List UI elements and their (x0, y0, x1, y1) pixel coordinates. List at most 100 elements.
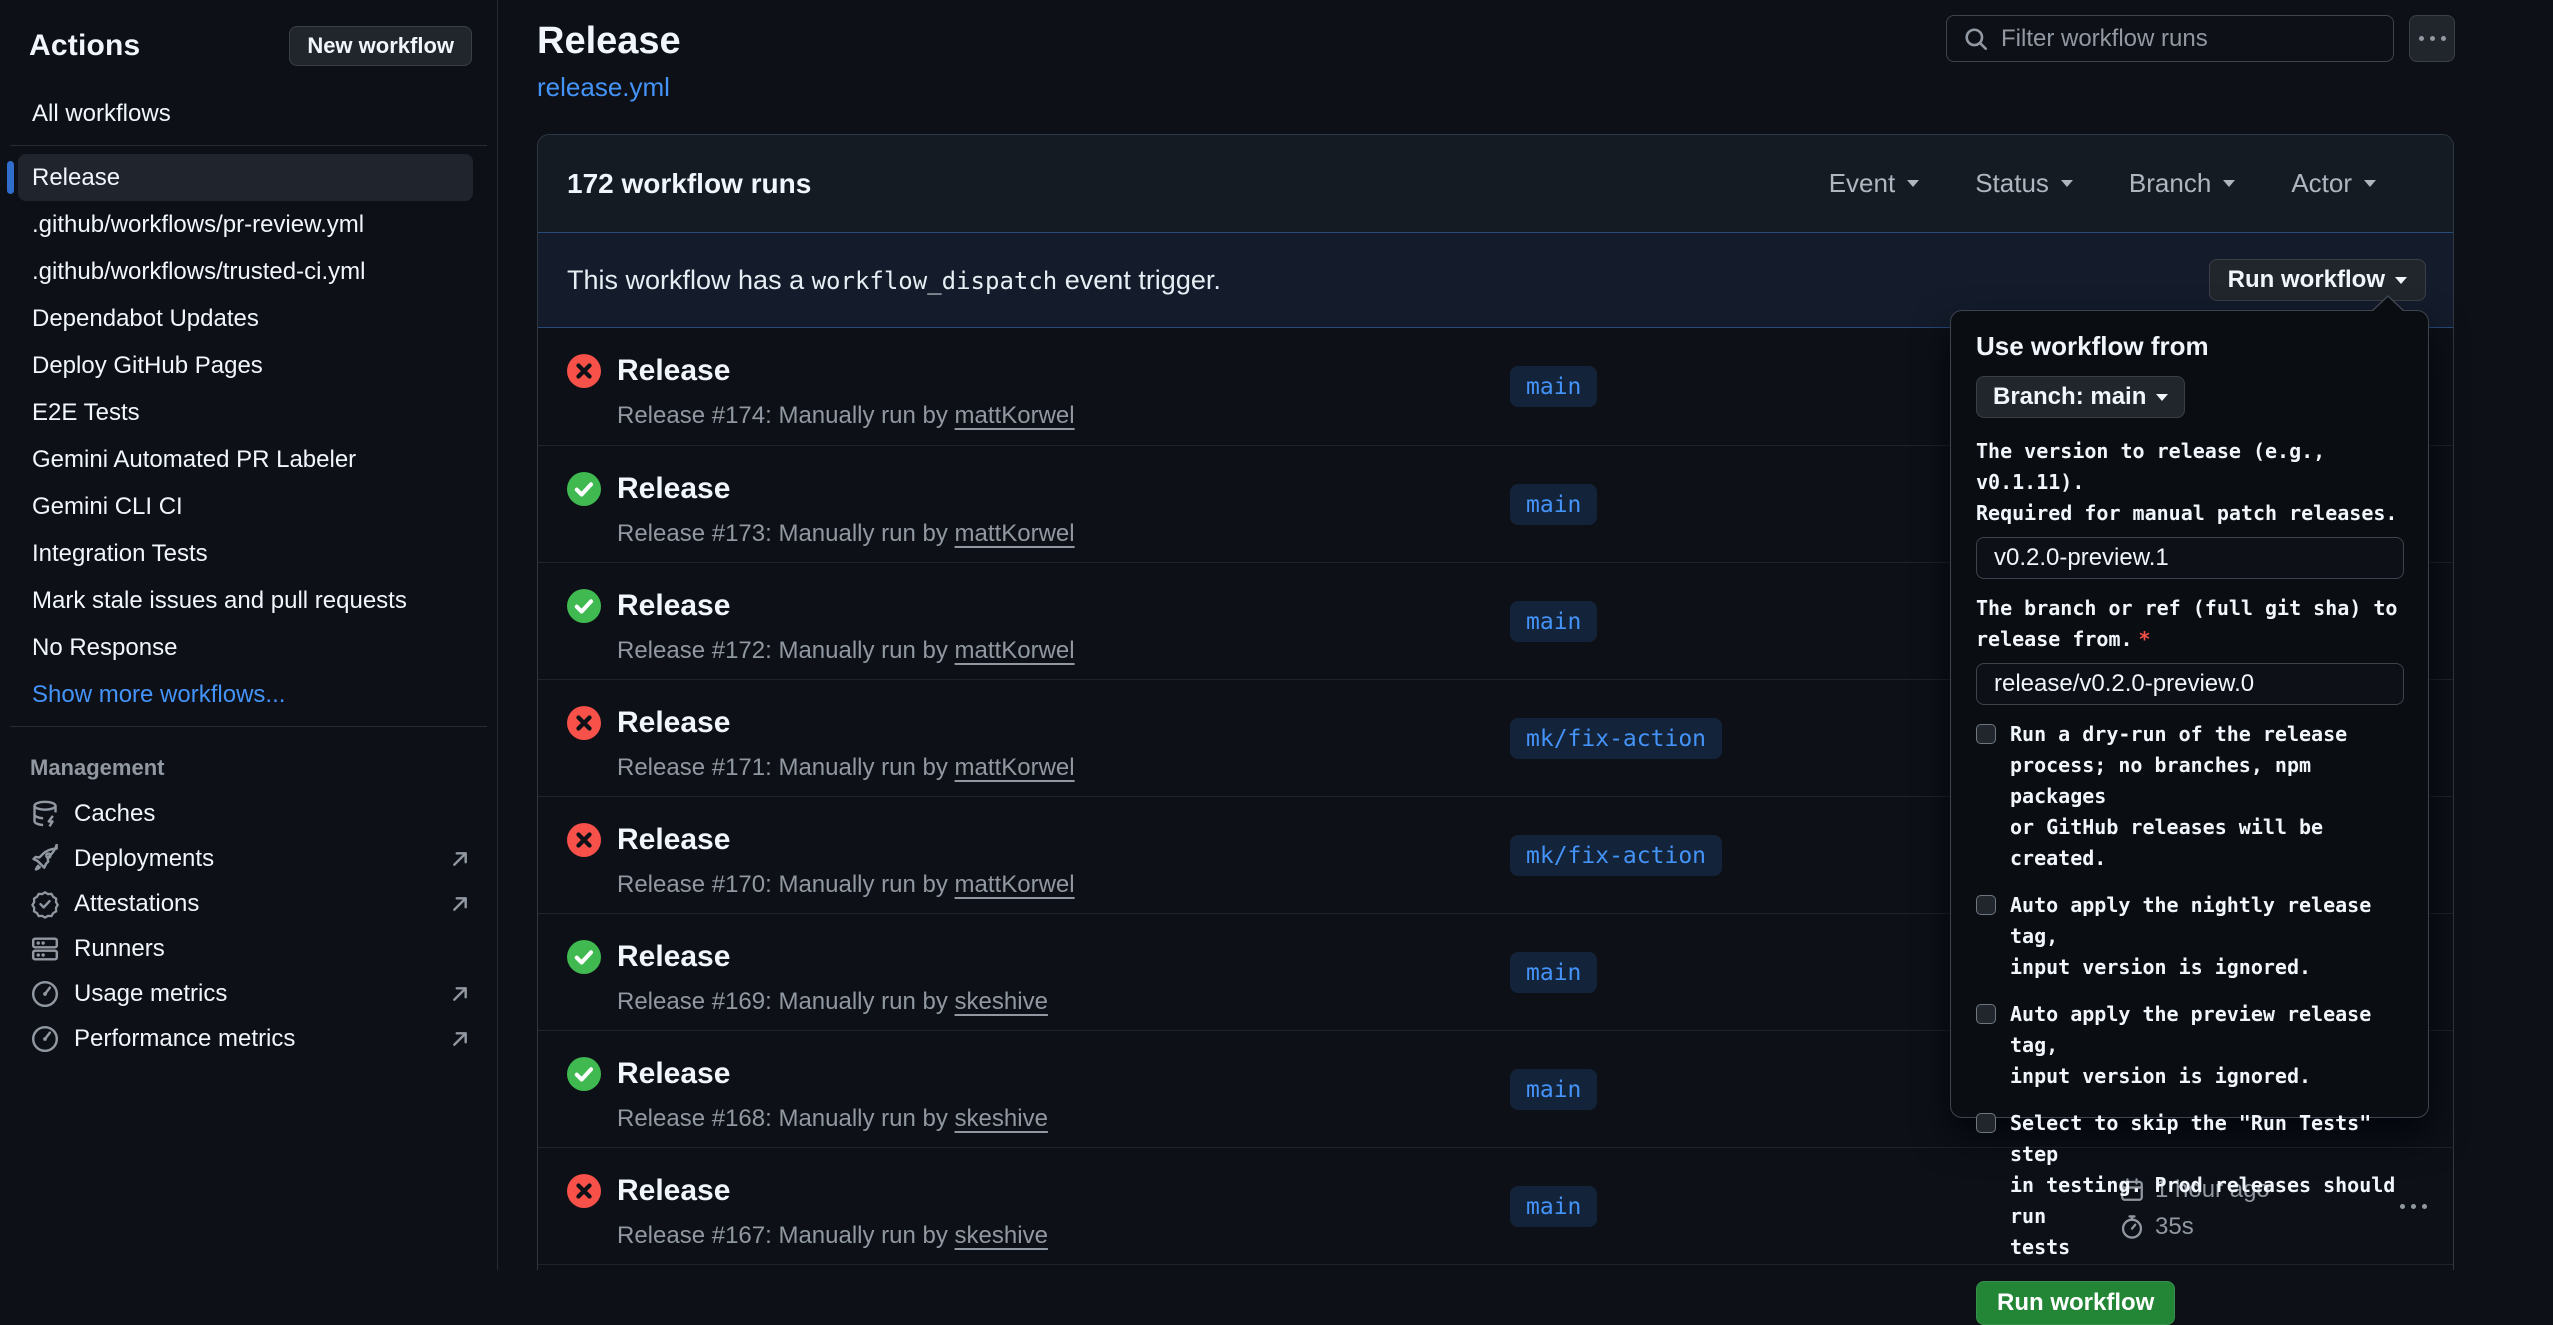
chevron-down-icon (2364, 180, 2376, 187)
workflow-options-kebab-button[interactable] (2409, 15, 2455, 62)
actor-link[interactable]: mattKorwel (955, 402, 1075, 429)
version-input[interactable]: v0.2.0-preview.1 (1976, 537, 2404, 579)
branch-badge[interactable]: mk/fix-action (1510, 718, 1722, 759)
workflow-file-link[interactable]: release.yml (537, 72, 670, 103)
branch-badge[interactable]: main (1510, 484, 1597, 525)
sidebar-item-workflow[interactable]: .github/workflows/trusted-ci.yml (18, 248, 473, 295)
checkbox[interactable] (1976, 1004, 1996, 1024)
dispatch-banner-text: This workflow has a workflow_dispatch ev… (567, 265, 1221, 296)
management-list: Caches Deployments Attestations Runners Usag… (0, 791, 497, 1061)
run-title-link[interactable]: Release (617, 940, 730, 974)
arrow-up-right-icon (447, 1026, 473, 1052)
sidebar-item-deployments[interactable]: Deployments (0, 836, 497, 881)
branch-badge[interactable]: mk/fix-action (1510, 835, 1722, 876)
sidebar-item-workflow[interactable]: Release (18, 154, 473, 201)
run-title-link[interactable]: Release (617, 1174, 730, 1208)
actor-link[interactable]: skeshive (955, 988, 1048, 1015)
rocket-icon (30, 844, 60, 874)
management-section-label: Management (0, 735, 497, 791)
actor-link[interactable]: mattKorwel (955, 637, 1075, 664)
actor-link[interactable]: skeshive (955, 1222, 1048, 1249)
x-circle-fill-icon (567, 354, 601, 388)
run-title-link[interactable]: Release (617, 706, 730, 740)
meter-icon (30, 979, 60, 1009)
new-workflow-button[interactable]: New workflow (289, 26, 472, 66)
filter-workflow-runs-input[interactable]: Filter workflow runs (1946, 15, 2394, 62)
branch-select-button[interactable]: Branch: main (1976, 376, 2185, 418)
required-asterisk: * (2139, 627, 2151, 651)
filter-status-dropdown[interactable]: Status (1975, 168, 2073, 199)
sidebar-item-workflow[interactable]: Dependabot Updates (18, 295, 473, 342)
management-item-label: Caches (74, 800, 155, 828)
ref-field-label: The branch or ref (full git sha) torelea… (1976, 593, 2403, 655)
workflow-label: No Response (32, 634, 177, 662)
kebab-horizontal-icon (2419, 36, 2446, 41)
sidebar-item-workflow[interactable]: Integration Tests (18, 530, 473, 577)
branch-badge[interactable]: main (1510, 1069, 1597, 1110)
filter-event-dropdown[interactable]: Event (1829, 168, 1920, 199)
checkbox-label: Auto apply the preview release tag,input… (2010, 999, 2403, 1092)
sidebar-item-attestations[interactable]: Attestations (0, 881, 497, 926)
workflow-label: Dependabot Updates (32, 305, 259, 333)
sidebar-item-usage-metrics[interactable]: Usage metrics (0, 971, 497, 1016)
verified-icon (30, 889, 60, 919)
workflow-label: Integration Tests (32, 540, 208, 568)
kebab-horizontal-icon (2400, 1204, 2427, 1209)
checkbox[interactable] (1976, 724, 1996, 744)
sidebar-item-all-workflows[interactable]: All workflows (18, 90, 473, 137)
checkbox-label: Run a dry-run of the releaseprocess; no … (2010, 719, 2403, 874)
sidebar-item-workflow[interactable]: Gemini CLI CI (18, 483, 473, 530)
run-title-link[interactable]: Release (617, 472, 730, 506)
checkbox-label: Auto apply the nightly release tag,input… (2010, 890, 2403, 983)
workflow-dispatch-code: workflow_dispatch (812, 267, 1058, 295)
run-workflow-panel: Use workflow from Branch: main The versi… (1950, 310, 2429, 1118)
ref-input[interactable]: release/v0.2.0-preview.0 (1976, 663, 2404, 705)
run-description: Release #174: Manually run by mattKorwel (617, 402, 1075, 430)
run-title-link[interactable]: Release (617, 1057, 730, 1091)
filter-branch-dropdown[interactable]: Branch (2129, 168, 2235, 199)
run-title-link[interactable]: Release (617, 354, 730, 388)
x-circle-fill-icon (567, 706, 601, 740)
filter-actor-dropdown[interactable]: Actor (2291, 168, 2376, 199)
dispatch-option-row: Select to skip the "Run Tests" stepin te… (1976, 1108, 2403, 1263)
actor-link[interactable]: skeshive (955, 1105, 1048, 1132)
checkbox[interactable] (1976, 895, 1996, 915)
sidebar-item-workflow[interactable]: .github/workflows/pr-review.yml (18, 201, 473, 248)
actor-link[interactable]: mattKorwel (955, 754, 1075, 781)
sidebar-item-workflow[interactable]: Deploy GitHub Pages (18, 342, 473, 389)
sidebar-item-workflow[interactable]: Gemini Automated PR Labeler (18, 436, 473, 483)
management-item-label: Runners (74, 935, 165, 963)
sidebar-item-performance-metrics[interactable]: Performance metrics (0, 1016, 497, 1061)
sidebar-item-workflow[interactable]: E2E Tests (18, 389, 473, 436)
workflow-label: Show more workflows... (32, 681, 285, 709)
branch-badge[interactable]: main (1510, 952, 1597, 993)
run-description: Release #169: Manually run by skeshive (617, 988, 1048, 1016)
use-workflow-from-heading: Use workflow from (1976, 331, 2403, 362)
sidebar-divider (10, 145, 487, 146)
sidebar-divider (10, 726, 487, 727)
workflow-label: .github/workflows/pr-review.yml (32, 211, 364, 239)
arrow-up-right-icon (447, 891, 473, 917)
sidebar-item-caches[interactable]: Caches (0, 791, 497, 836)
run-title-link[interactable]: Release (617, 823, 730, 857)
branch-badge[interactable]: main (1510, 366, 1597, 407)
selected-accent-bar (7, 161, 14, 194)
management-item-label: Deployments (74, 845, 214, 873)
dispatch-options: Run a dry-run of the releaseprocess; no … (1976, 719, 2403, 1263)
checkbox[interactable] (1976, 1113, 1996, 1133)
sidebar-item-workflow[interactable]: Mark stale issues and pull requests (18, 577, 473, 624)
run-description: Release #167: Manually run by skeshive (617, 1222, 1048, 1250)
actor-link[interactable]: mattKorwel (955, 871, 1075, 898)
run-workflow-submit-button[interactable]: Run workflow (1976, 1281, 2175, 1325)
workflow-label: E2E Tests (32, 399, 140, 427)
run-title-link[interactable]: Release (617, 589, 730, 623)
dispatch-option-row: Auto apply the nightly release tag,input… (1976, 890, 2403, 983)
actor-link[interactable]: mattKorwel (955, 520, 1075, 547)
branch-badge[interactable]: main (1510, 1186, 1597, 1227)
sidebar-item-workflow[interactable]: Show more workflows... (18, 671, 473, 718)
sidebar-item-runners[interactable]: Runners (0, 926, 497, 971)
management-item-label: Attestations (74, 890, 199, 918)
sidebar-header: Actions New workflow (0, 0, 497, 66)
branch-badge[interactable]: main (1510, 601, 1597, 642)
sidebar-item-workflow[interactable]: No Response (18, 624, 473, 671)
